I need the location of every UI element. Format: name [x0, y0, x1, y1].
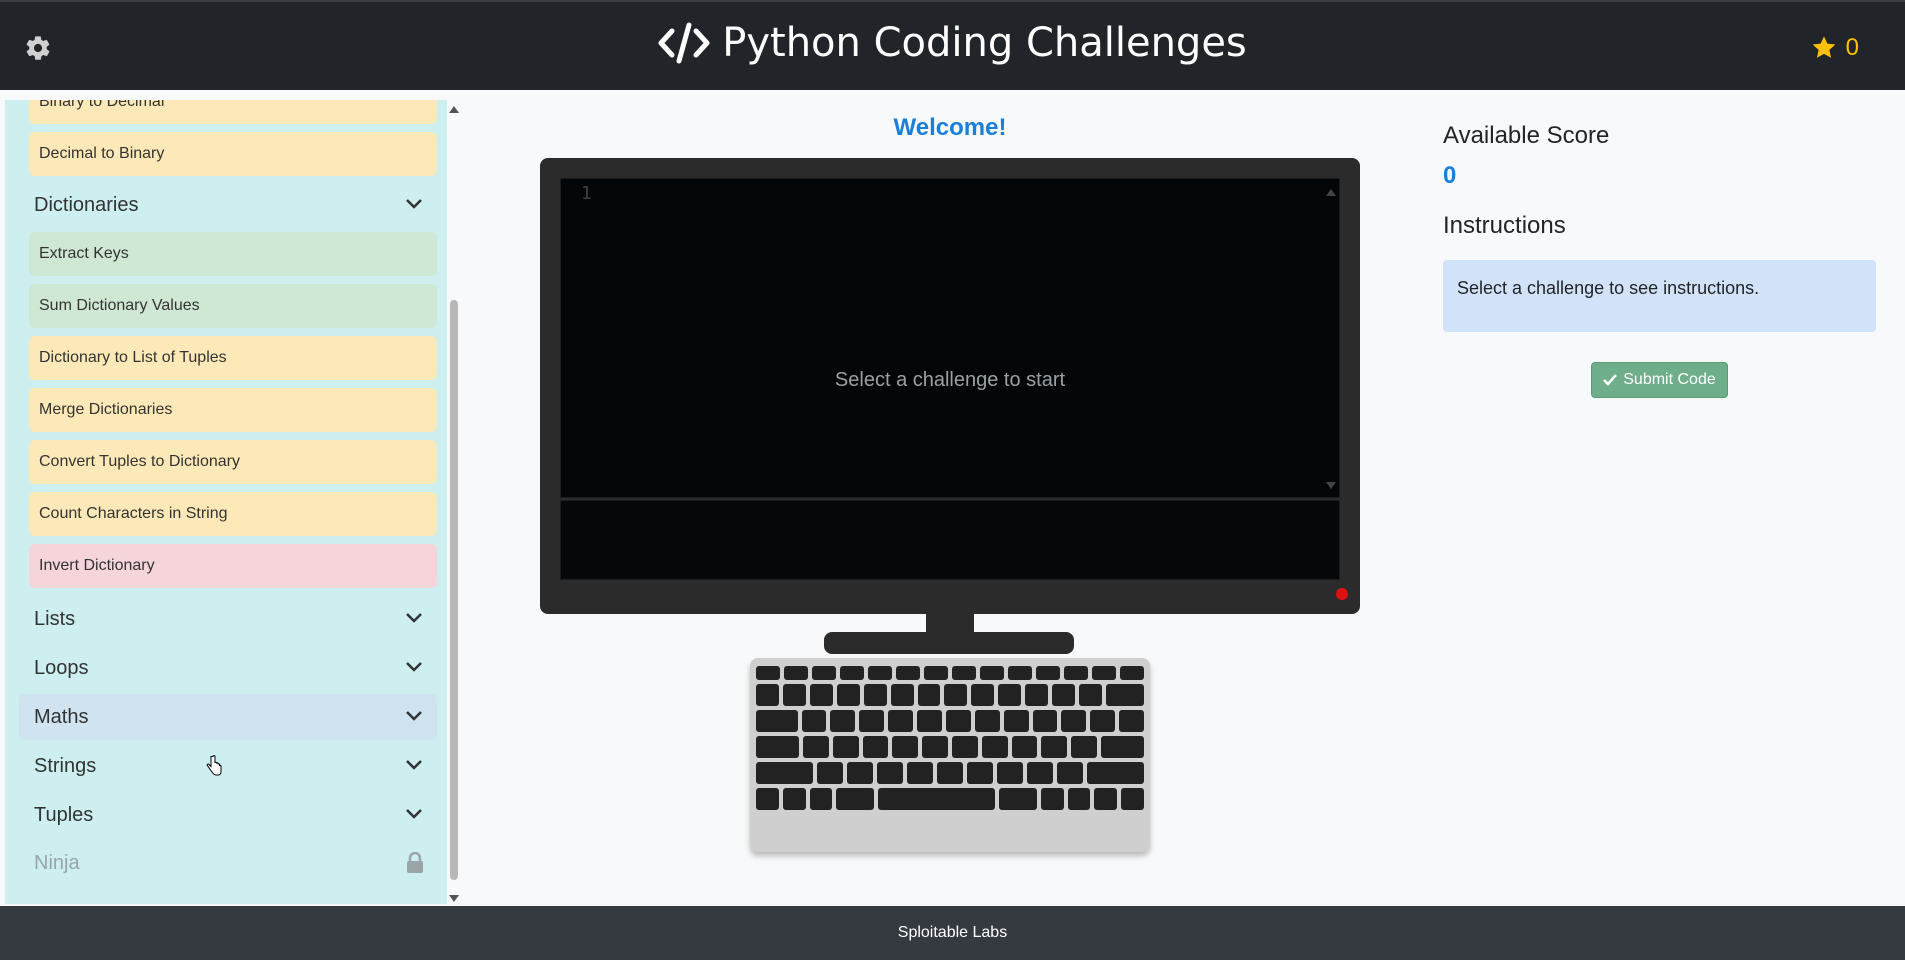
category-lists[interactable]: Lists [19, 596, 437, 642]
top-navbar: Python Coding Challenges 0 [0, 0, 1905, 90]
chevron-down-icon [406, 711, 422, 721]
scroll-up-arrow-icon[interactable] [449, 106, 459, 113]
chevron-down-icon [406, 760, 422, 770]
hand-cursor-icon [206, 755, 222, 776]
category-label: Ninja [34, 851, 80, 874]
line-number: 1 [581, 183, 592, 204]
scrollbar-thumb[interactable] [450, 300, 458, 880]
editor-placeholder: Select a challenge to start [834, 369, 1066, 391]
footer-text: Sploitable Labs [897, 924, 1008, 941]
chevron-down-icon [406, 809, 422, 819]
chevron-down-icon [406, 199, 422, 209]
category-ninja-locked: Ninja [19, 840, 437, 886]
star-icon [1812, 36, 1836, 58]
chevron-down-icon [406, 613, 422, 623]
code-icon [658, 22, 710, 64]
sidebar-scrollbar[interactable] [448, 100, 460, 904]
category-strings[interactable]: Strings [19, 743, 437, 789]
category-label: Loops [34, 656, 89, 679]
instructions-box: Select a challenge to see instructions. [1443, 260, 1876, 332]
score-display: 0 [1810, 34, 1859, 62]
category-label: Maths [34, 705, 89, 728]
challenge-item[interactable]: Decimal to Binary [29, 132, 437, 176]
category-maths[interactable]: Maths [19, 694, 437, 740]
challenge-item[interactable]: Convert Tuples to Dictionary [29, 440, 437, 484]
page-title-text: Python Coding Challenges [722, 20, 1247, 66]
category-label: Strings [34, 754, 97, 777]
output-console [560, 500, 1340, 580]
category-label: Dictionaries [34, 193, 139, 216]
available-score-value: 0 [1443, 162, 1457, 189]
page-title: Python Coding Challenges [0, 20, 1905, 66]
challenge-item[interactable]: Invert Dictionary [29, 544, 437, 588]
check-icon [1603, 374, 1618, 386]
scroll-down-arrow-icon[interactable] [449, 895, 459, 902]
lock-icon [407, 852, 423, 873]
submit-code-button[interactable]: Submit Code [1591, 362, 1728, 398]
instructions-text: Select a challenge to see instructions. [1457, 278, 1760, 298]
scroll-up-arrow-icon[interactable] [1326, 189, 1336, 196]
category-tuples[interactable]: Tuples [19, 792, 437, 838]
submit-code-label: Submit Code [1623, 371, 1716, 388]
challenge-item[interactable]: Binary to Decimal [29, 100, 437, 124]
star-count: 0 [1845, 34, 1859, 61]
category-dictionaries[interactable]: Dictionaries [19, 182, 437, 228]
monitor-base [824, 632, 1074, 654]
available-score-label: Available Score [1443, 122, 1610, 149]
challenge-sidebar: Binary to Decimal Decimal to Binary Dict… [5, 100, 447, 904]
challenge-item[interactable]: Dictionary to List of Tuples [29, 336, 437, 380]
chevron-down-icon [406, 662, 422, 672]
scroll-down-arrow-icon[interactable] [1326, 482, 1336, 489]
challenge-item[interactable]: Extract Keys [29, 232, 437, 276]
instructions-label: Instructions [1443, 212, 1566, 239]
footer: Sploitable Labs [0, 906, 1905, 960]
challenge-item[interactable]: Merge Dictionaries [29, 388, 437, 432]
challenge-item[interactable]: Sum Dictionary Values [29, 284, 437, 328]
power-light-icon [1336, 588, 1348, 600]
keyboard-illustration [750, 658, 1150, 852]
category-label: Lists [34, 607, 76, 630]
welcome-heading: Welcome! [893, 114, 1007, 141]
category-label: Tuples [34, 803, 94, 826]
monitor-frame: 1 Select a challenge to start [540, 158, 1360, 614]
code-editor[interactable]: 1 Select a challenge to start [560, 178, 1340, 498]
monitor-neck [926, 614, 974, 634]
challenge-item[interactable]: Count Characters in String [29, 492, 437, 536]
category-loops[interactable]: Loops [19, 645, 437, 691]
editor-scrollbar[interactable] [1325, 181, 1337, 493]
